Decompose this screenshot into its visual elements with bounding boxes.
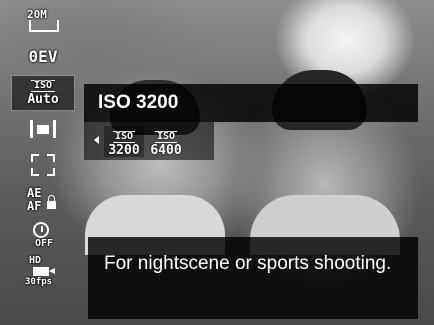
ae-af-lock-icon: AE AF (25, 187, 61, 215)
scroll-left-arrow-icon[interactable] (94, 136, 99, 144)
menu-item-af-area[interactable] (12, 148, 74, 182)
self-timer-icon: OFF (25, 222, 61, 252)
resolution-label: 20M (27, 8, 47, 21)
menu-item-self-timer[interactable]: OFF (12, 220, 74, 254)
menu-item-metering[interactable] (12, 112, 74, 146)
iso-value-label: Auto (27, 92, 59, 107)
iso-option-value: 6400 (150, 143, 182, 158)
iso-options-row: ISO 3200 ISO 6400 (84, 122, 214, 160)
image-size-icon: 20M (23, 8, 63, 34)
spot-metering-icon (30, 120, 56, 138)
exposure-compensation-icon: 0EV (28, 47, 58, 66)
menu-item-iso[interactable]: ISO Auto (11, 75, 75, 111)
menu-item-ae-af-lock[interactable]: AE AF (12, 184, 74, 218)
help-description-text: For nightscene or sports shooting. (104, 253, 392, 274)
iso-option-value: 3200 (108, 143, 140, 158)
video-quality-icon: HD 30fps (25, 255, 55, 287)
submenu-header: ISO 3200 (84, 84, 418, 122)
iso-option-6400[interactable]: ISO 6400 (146, 126, 186, 157)
submenu-title: ISO 3200 (98, 92, 179, 113)
iso-icon: ISO (30, 80, 56, 92)
menu-item-resolution[interactable]: 20M (12, 4, 74, 38)
af-area-icon (31, 154, 55, 176)
camera-screen: 20M 0EV ISO Auto AE AF OFF HD 30fps ISO … (0, 0, 434, 325)
help-description-box: For nightscene or sports shooting. (88, 237, 418, 319)
lock-icon (47, 195, 56, 209)
self-timer-label: OFF (35, 238, 54, 249)
iso-option-3200[interactable]: ISO 3200 (104, 126, 144, 157)
function-menu-sidebar: 20M 0EV ISO Auto AE AF OFF HD 30fps (8, 4, 78, 322)
iso-icon: ISO (154, 131, 178, 143)
iso-icon: ISO (112, 131, 136, 143)
menu-item-video-quality[interactable]: HD 30fps (12, 256, 74, 290)
movie-camera-icon (33, 267, 55, 276)
menu-item-ev[interactable]: 0EV (12, 40, 74, 74)
